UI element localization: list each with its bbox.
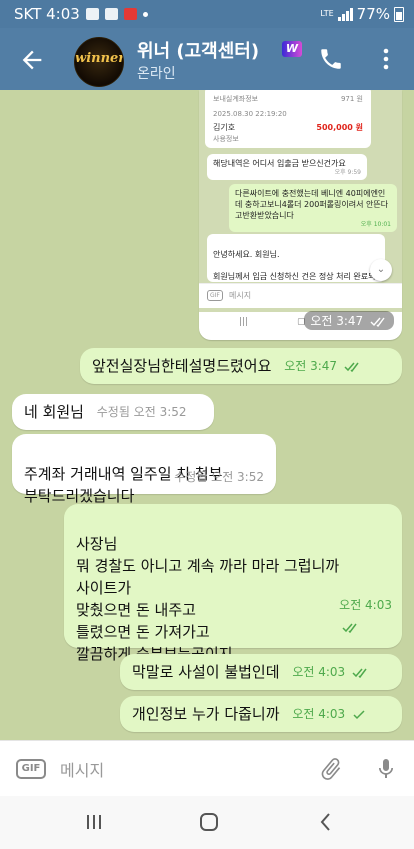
more-notifications-icon [142,11,148,17]
chat-area[interactable]: 보내실계좌정보 971 원 2025.08.30 22:19:20 김기호 50… [0,90,414,740]
message-text: 막말로 사설이 불법인데 [132,663,280,681]
transaction-card: 보내실계좌정보 971 원 2025.08.30 22:19:20 김기호 50… [205,90,371,148]
card-value: 971 원 [340,95,363,103]
message-meta: 수정됨 오전 3:52 [174,470,264,484]
card-amount: 500,000 원 [316,123,363,132]
avatar[interactable]: winner [74,37,124,87]
screenshot-content: 보내실계좌정보 971 원 2025.08.30 22:19:20 김기호 50… [199,90,402,312]
card-date: 2025.08.30 22:19:20 [213,110,287,118]
card-name: 김기호 [213,123,236,132]
image-timestamp-text: 오전 3:47 [310,314,364,328]
battery-percent: 77% [356,5,390,23]
screenshot-bubble-text: 안녕하세요. 회원님. 회원님께서 입금 신청하신 건은 정상 처리 완료되었습… [213,250,375,281]
sent-tick-icon [353,709,365,719]
lte-indicator: LTE [320,9,334,18]
message-input[interactable] [58,755,302,785]
verified-badge-icon: W [282,41,302,57]
message-time: 오전 3:47 [284,359,338,373]
message-time: 오전 4:03 [292,665,346,679]
signal-icon [337,7,353,21]
more-menu-icon[interactable] [376,46,396,72]
screenshot-input-placeholder: 메시지 [229,291,252,300]
phone-icon[interactable] [318,46,344,72]
carrier-time: SKT 4:03 [14,5,80,23]
screenshot-image-message[interactable]: 보내실계좌정보 971 원 2025.08.30 22:19:20 김기호 50… [199,90,402,340]
chat-title[interactable]: 위너 (고객센터) [137,37,259,63]
outgoing-message[interactable]: 사장님 뭐 경찰도 아니고 계속 까라 마라 그럽니까 사이트가 맞췄으면 돈 … [64,504,402,663]
outgoing-message[interactable]: 막말로 사설이 불법인데 오전 4:03 [120,654,402,690]
youtube-notification-icon [123,8,137,20]
read-ticks-icon [352,668,367,678]
home-icon[interactable] [198,811,220,833]
message-time: 오전 4:03 [339,598,392,612]
incoming-message[interactable]: 네 회원님 수정됨 오전 3:52 [12,394,214,430]
screenshot-bubble-text: 해당내역은 어디서 입출금 받으신건가요 [213,159,346,168]
screenshot-bubble-time: 오후 10:01 [360,221,391,228]
screenshot-input: GIF 메시지 [199,283,402,308]
screenshot-bubble: 안녕하세요. 회원님. 회원님께서 입금 신청하신 건은 정상 처리 완료되었습… [207,234,385,282]
avatar-logo-text: winner [75,51,124,66]
message-meta: 오전 4:03 [292,703,366,725]
screenshot-recent-icon: ||| [239,317,249,327]
read-ticks-icon [370,317,385,327]
message-time: 오전 4:03 [292,707,346,721]
outgoing-message[interactable]: 개인정보 누가 다줍니까 오전 4:03 [120,696,402,732]
incoming-message[interactable]: 주계좌 거래내역 일주일 치 첨부 부탁드리겠습니다 수정됨 오전 3:52 [12,434,276,505]
message-text: 개인정보 누가 다줍니까 [132,705,280,723]
message-text: 네 회원님 [24,403,84,421]
back-arrow-icon[interactable] [18,46,46,74]
recent-apps-icon[interactable] [84,812,104,832]
attach-icon[interactable] [318,755,344,783]
card-usage: 사용정보 [213,135,239,143]
microphone-icon[interactable] [374,755,398,783]
battery-icon [394,6,404,22]
online-status: 온라인 [137,66,176,82]
message-text: 사장님 뭐 경찰도 아니고 계속 까라 마라 그럽니까 사이트가 맞췄으면 돈 … [76,535,340,663]
chat-header: winner 위너 (고객센터) W 온라인 [0,28,414,90]
screenshot-bubble-time: 오후 9:59 [334,169,361,176]
screenshot-bubble: 다른싸이트에 충전했는데 베니엔 40피에엔인데 충하고보니4롤더 200퍼롤링… [229,184,397,232]
message-meta: 오전 4:03 [339,572,392,638]
gif-button[interactable]: GIF [16,759,46,779]
screenshot-gif-icon: GIF [207,290,223,301]
back-chevron-icon[interactable] [316,811,336,833]
screenshot-bubble-text: 다른싸이트에 충전했는데 베니엔 40피에엔인데 충하고보니4롤더 200퍼롤링… [235,189,389,220]
message-meta: 오전 3:47 [284,355,362,377]
outgoing-message[interactable]: 앞전실장님한테설명드렸어요 오전 3:47 [80,348,402,384]
message-text: 앞전실장님한테설명드렸어요 [92,357,272,375]
status-bar: SKT 4:03 LTE 77% [0,0,414,28]
card-label: 보내실계좌정보 [213,95,259,103]
gallery-notification-icon [85,8,99,20]
scroll-down-icon: ⌄ [370,259,392,281]
system-navbar [0,796,414,849]
screenshot-bubble: 해당내역은 어디서 입출금 받으신건가요 오후 9:59 [207,154,367,180]
image-notification-icon [104,8,118,20]
message-meta: 오전 4:03 [292,661,370,683]
read-ticks-icon [344,362,359,372]
read-ticks-icon [342,623,357,633]
message-composer: GIF [0,740,414,797]
image-timestamp: 오전 3:47 [304,311,394,330]
message-meta: 수정됨 오전 3:52 [96,405,187,419]
